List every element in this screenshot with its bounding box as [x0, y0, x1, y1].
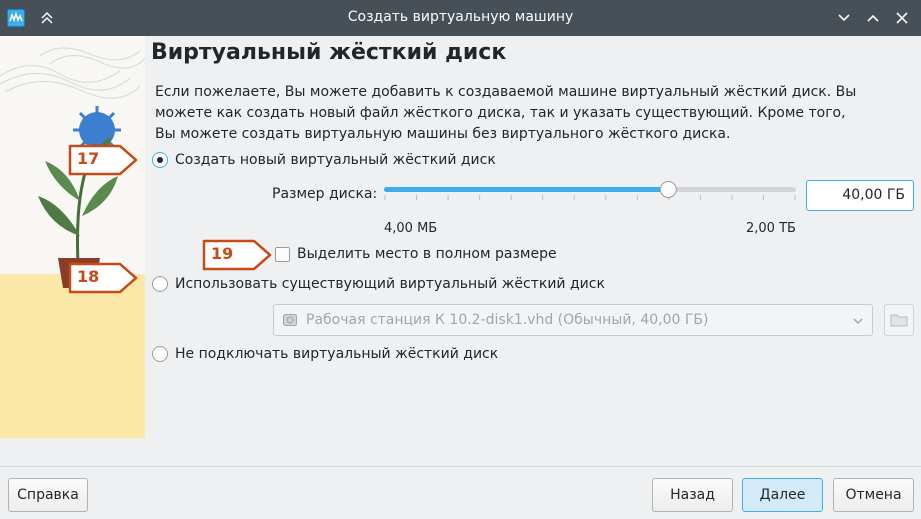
slider-handle[interactable] [659, 181, 677, 198]
use-existing-disk-radio[interactable] [152, 276, 168, 292]
step-badge-19: 19 [202, 239, 274, 271]
chevron-down-icon [853, 318, 863, 325]
use-existing-disk-option[interactable]: Использовать существующий виртуальный жё… [152, 276, 605, 292]
no-disk-radio[interactable] [152, 346, 168, 362]
footer-divider [0, 466, 921, 467]
disk-size-min-label: 4,00 МБ [384, 221, 438, 236]
step-badge-18: 18 [68, 262, 140, 294]
create-new-disk-option[interactable]: Создать новый виртуальный жёсткий диск [152, 152, 496, 168]
plant-illustration [0, 36, 145, 438]
create-new-disk-label: Создать новый виртуальный жёсткий диск [175, 152, 496, 168]
disk-size-field[interactable]: 40,00 ГБ [806, 180, 914, 211]
no-disk-label: Не подключать виртуальный жёсткий диск [175, 346, 499, 362]
step-badge-17: 17 [68, 144, 140, 176]
preallocate-option[interactable]: Выделить место в полном размере [275, 246, 557, 262]
create-new-disk-radio[interactable] [152, 152, 168, 168]
existing-disk-value: Рабочая станция К 10.2-disk1.vhd (Обычны… [306, 312, 709, 328]
help-button[interactable]: Справка [8, 478, 88, 512]
window-title: Создать виртуальную машину [347, 9, 574, 25]
minimize-button[interactable] [835, 9, 853, 27]
close-button[interactable] [893, 9, 911, 27]
title-bar: Создать виртуальную машину [0, 0, 921, 36]
disk-size-slider[interactable] [384, 181, 796, 201]
page-title: Виртуальный жёсткий диск [151, 40, 507, 65]
cancel-button[interactable]: Отмена [833, 478, 914, 512]
existing-disk-select[interactable]: Рабочая станция К 10.2-disk1.vhd (Обычны… [273, 304, 873, 336]
wizard-watermark [0, 36, 145, 438]
preallocate-checkbox[interactable] [275, 246, 290, 262]
disk-size-label: Размер диска: [272, 186, 378, 202]
next-button[interactable]: Далее [742, 478, 823, 512]
use-existing-disk-label: Использовать существующий виртуальный жё… [175, 276, 605, 292]
preallocate-label: Выделить место в полном размере [297, 246, 557, 262]
no-disk-option[interactable]: Не подключать виртуальный жёсткий диск [152, 346, 498, 362]
back-button[interactable]: Назад [652, 478, 733, 512]
choose-disk-file-button[interactable] [884, 304, 914, 336]
disk-size-max-label: 2,00 ТБ [746, 221, 796, 236]
maximize-button[interactable] [864, 9, 882, 27]
hard-disk-icon [283, 314, 297, 326]
page-description: Если пожелаете, Вы можете добавить к соз… [155, 84, 857, 142]
folder-icon [890, 314, 908, 327]
